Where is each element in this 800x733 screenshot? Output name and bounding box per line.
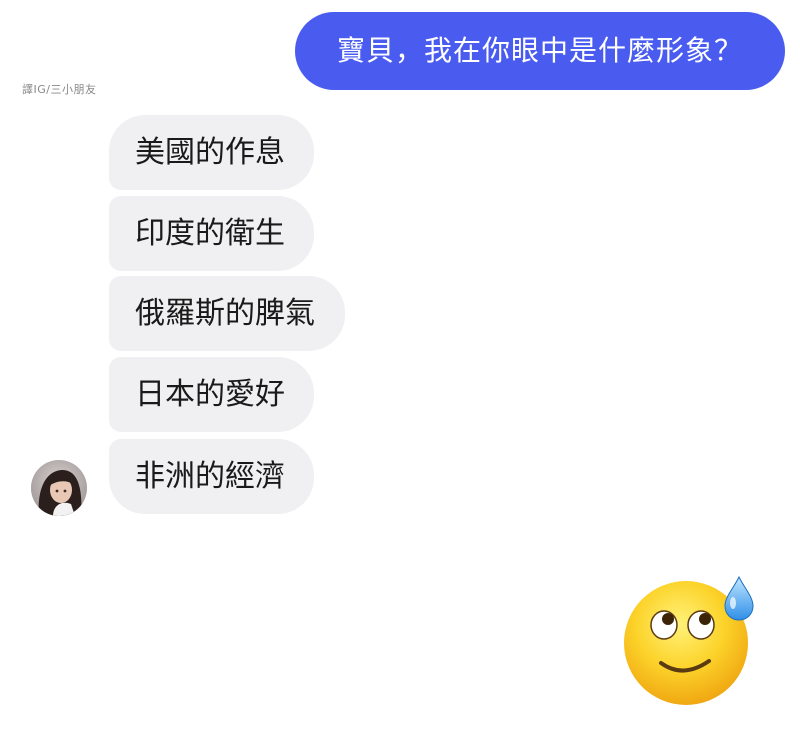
incoming-message-bubble[interactable]: 非洲的經濟 xyxy=(109,439,314,514)
incoming-message-bubble[interactable]: 美國的作息 xyxy=(109,115,314,190)
incoming-message-bubble[interactable]: 印度的衛生 xyxy=(109,196,314,271)
incoming-message-bubble[interactable]: 日本的愛好 xyxy=(109,357,314,432)
outgoing-message-bubble[interactable]: 寶貝，我在你眼中是什麼形象？ xyxy=(295,12,785,90)
sweat-smile-emoji-icon xyxy=(624,575,754,705)
incoming-message-bubble[interactable]: 俄羅斯的脾氣 xyxy=(109,276,345,351)
chat-thread: 寶貝，我在你眼中是什麼形象？ 譯IG/三小朋友 美國的作息 印度的衛生 俄羅斯的… xyxy=(0,0,800,733)
sender-avatar[interactable] xyxy=(31,460,87,516)
reaction-emoji xyxy=(621,573,761,708)
watermark-credit: 譯IG/三小朋友 xyxy=(22,83,97,96)
avatar-photo-icon xyxy=(31,460,87,516)
